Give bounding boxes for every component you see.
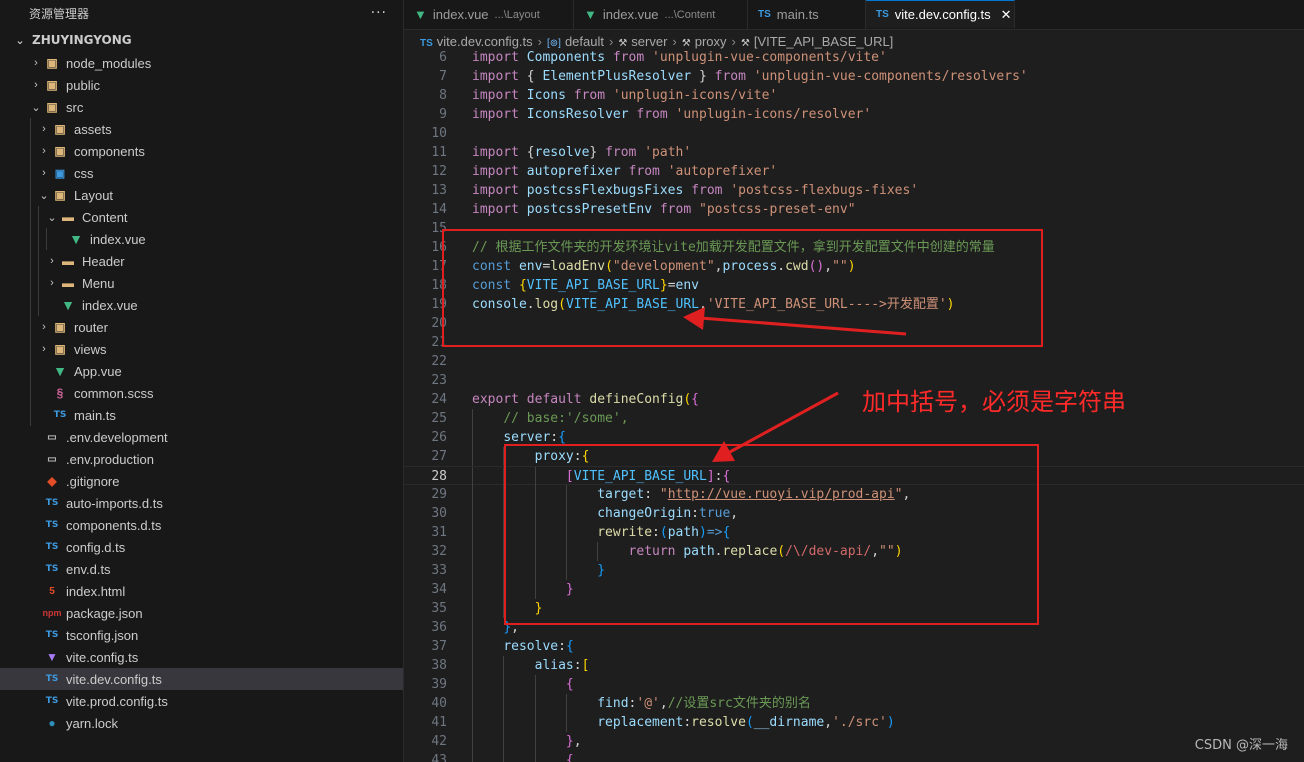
annotation-note: 加中括号，必须是字符串 bbox=[862, 388, 1126, 416]
arrow-to-proxy-key bbox=[712, 391, 839, 462]
arrow-to-env-log bbox=[683, 307, 907, 336]
annotation-arrows bbox=[683, 307, 907, 462]
watermark: CSDN @深一海 bbox=[1194, 738, 1288, 753]
